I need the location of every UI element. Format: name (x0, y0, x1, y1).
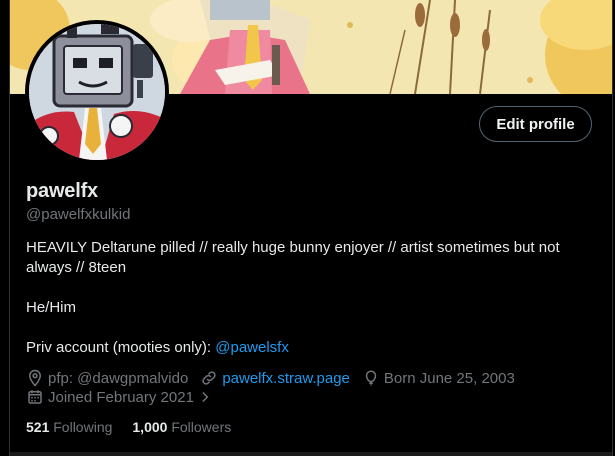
website-item[interactable]: pawelfx.straw.page (200, 369, 350, 387)
priv-account-link[interactable]: @pawelsfx (215, 339, 289, 356)
link-icon (202, 371, 216, 385)
bio-priv-account: Priv account (mooties only): @pawelsfx (26, 338, 596, 358)
tab-bar-edge (10, 452, 612, 456)
profile-handle: @pawelfxkulkid (26, 206, 131, 223)
followers-link[interactable]: 1,000 Followers (132, 419, 231, 435)
bio-pronouns: He/Him (26, 299, 77, 316)
bio-priv-label: Priv account (mooties only): (26, 339, 216, 356)
following-label: Following (53, 419, 113, 435)
joined-text: Joined February 2021 (48, 388, 194, 406)
following-count: 521 (26, 419, 50, 435)
location-item: pfp: @dawgpmalvido (26, 369, 188, 387)
location-pin-icon (28, 369, 42, 387)
bio-text: HEAVILY Deltarune pilled // really huge … (26, 239, 560, 276)
birthday-item: Born June 25, 2003 (362, 369, 515, 387)
following-link[interactable]: 521 Following (26, 419, 112, 435)
chevron-right-icon (202, 392, 209, 402)
profile-meta-row: pfp: @dawgpmalvido pawelfx.straw.page Bo… (26, 369, 527, 387)
follow-stats: 521 Following 1,000 Followers (26, 419, 251, 435)
balloon-icon (365, 370, 377, 386)
display-name: pawelfx (26, 180, 98, 202)
followers-count: 1,000 (132, 419, 168, 435)
joined-item[interactable]: Joined February 2021 (26, 388, 216, 406)
left-column-border (0, 0, 10, 456)
profile-joined-row[interactable]: Joined February 2021 (26, 388, 228, 406)
calendar-icon (28, 390, 42, 404)
location-text: pfp: @dawgpmalvido (48, 369, 189, 387)
followers-label: Followers (171, 419, 232, 435)
website-link[interactable]: pawelfx.straw.page (222, 370, 350, 387)
birthday-text: Born June 25, 2003 (383, 369, 515, 387)
edit-profile-button[interactable]: Edit profile (479, 106, 592, 142)
profile-avatar[interactable] (25, 20, 169, 164)
